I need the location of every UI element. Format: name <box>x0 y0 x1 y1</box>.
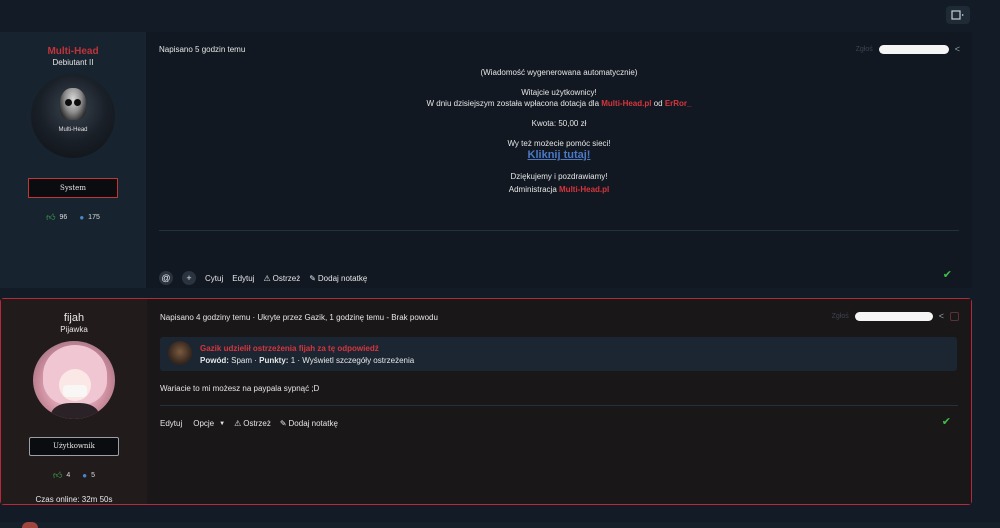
thumbs-up-icon: 👍︎ <box>46 212 56 222</box>
message-line: Kwota: 50,00 zł <box>531 119 587 128</box>
online-time: Czas online: 32m 50s <box>35 495 113 504</box>
checkmark-icon: ✔ <box>942 269 952 281</box>
author-stats: 👍︎ 4 ● 5 <box>53 470 95 481</box>
post-meta-right: Zgłoś < <box>832 311 959 321</box>
message-body: (Wiadomość wygenerowana automatycznie) W… <box>146 67 972 204</box>
message-line: Wy też możecie pomóc sieci! <box>507 139 611 148</box>
warning-notice: Gazik udzielił ostrzeżenia fijah za tę o… <box>160 337 957 371</box>
share-icon[interactable]: < <box>939 311 944 321</box>
message-line: Witajcie użytkownicy! <box>521 88 597 97</box>
top-bar <box>0 0 1000 30</box>
note-label: Dodaj notatkę <box>317 273 368 283</box>
warning-title[interactable]: Gazik udzielił ostrzeżenia fijah za tę o… <box>200 344 379 353</box>
message-text: od <box>651 99 665 108</box>
message-line: (Wiadomość wygenerowana automatycznie) <box>480 68 638 77</box>
post-actions: Edytuj Opcje ▼ ⚠ Ostrzeż ✎ Dodaj notatkę <box>160 419 338 428</box>
likes-count: 4 <box>66 472 71 479</box>
warn-label: Ostrzeż <box>272 273 301 283</box>
message-line: Administracja Multi-Head.pl <box>146 184 972 195</box>
warn-button[interactable]: ⚠ Ostrzeż <box>263 274 300 283</box>
avatar-mask <box>63 385 87 397</box>
post-hidden-reply: fijah Pijawka Użytkownik 👍︎ 4 ● 5 Czas o… <box>0 298 972 505</box>
avatar[interactable] <box>33 341 115 419</box>
messages-count: 175 <box>88 214 100 221</box>
share-icon[interactable]: < <box>955 44 960 54</box>
avatar-caption: Multi-Head <box>58 127 88 133</box>
caret-down-icon: ▼ <box>219 420 226 427</box>
author-title: Debiutant II <box>52 58 94 67</box>
panel-toggle-icon <box>951 10 964 20</box>
reason-value: Spam · <box>228 356 260 365</box>
redacted-area <box>854 311 933 321</box>
next-post-preview <box>0 522 1000 528</box>
likes-count: 96 <box>59 214 68 221</box>
message-line: Dziękujemy i pozdrawiamy! <box>510 172 608 181</box>
author-name[interactable]: Multi-Head <box>47 46 98 57</box>
chat-bubble-icon: ● <box>79 213 85 222</box>
edit-button[interactable]: Edytuj <box>160 419 182 428</box>
warning-icon: ⚠ <box>263 273 271 283</box>
thumbs-up-icon: 👍︎ <box>52 470 63 480</box>
reply-text: Wariacie to mi możesz na paypala sypnąć … <box>160 384 320 393</box>
message-text: W dniu dzisiejszym została wpłacona dota… <box>426 99 602 108</box>
messages-count: 5 <box>91 472 96 479</box>
author-title: Pijawka <box>60 325 88 334</box>
site-link[interactable]: Multi-Head.pl <box>601 99 651 108</box>
post-author-panel: fijah Pijawka Użytkownik 👍︎ 4 ● 5 Czas o… <box>1 299 147 504</box>
points-label: Punkty: <box>259 356 289 365</box>
post-author-panel: Multi-Head Debiutant II Multi-Head Syste… <box>0 32 146 288</box>
points-value[interactable]: 1 · Wyświetl szczegóły ostrzeżenia <box>288 356 415 365</box>
skull-logo-icon <box>60 88 86 120</box>
donor-link[interactable]: ErRor_ <box>665 99 692 108</box>
avatar[interactable]: Multi-Head <box>31 74 115 158</box>
at-icon: @ <box>161 273 171 283</box>
quote-button[interactable]: Cytuj <box>205 274 223 283</box>
moderator-avatar[interactable] <box>168 341 192 365</box>
add-note-button[interactable]: ✎ Dodaj notatkę <box>309 274 367 283</box>
redacted-area <box>878 44 949 54</box>
post-meta: Napisano 5 godzin temu <box>159 45 246 54</box>
divider <box>160 405 958 406</box>
post-donation: Multi-Head Debiutant II Multi-Head Syste… <box>0 32 972 288</box>
add-note-button[interactable]: ✎ Dodaj notatkę <box>280 419 338 428</box>
rank-badge: System <box>28 178 118 198</box>
warning-icon: ⚠ <box>234 419 242 428</box>
message-text: Administracja <box>508 185 560 194</box>
report-link[interactable]: Zgłoś <box>856 46 873 53</box>
post-actions: @ + Cytuj Edytuj ⚠ Ostrzeż ✎ Dodaj notatkę <box>159 271 367 285</box>
author-stats: 👍︎ 96 ● 175 <box>46 212 100 223</box>
site-link[interactable]: Multi-Head.pl <box>559 185 609 194</box>
post-content: Napisano 4 godziny temu · Ukryte przez G… <box>147 299 971 504</box>
report-link[interactable]: Zgłoś <box>832 313 849 320</box>
checkmark-icon: ✔ <box>941 416 951 428</box>
post-meta: Napisano 4 godziny temu · Ukryte przez G… <box>160 313 438 322</box>
chat-bubble-icon: ● <box>82 471 88 480</box>
options-label: Opcje <box>193 419 215 428</box>
note-edit-icon: ✎ <box>309 273 316 283</box>
divider <box>159 230 959 231</box>
mention-button[interactable]: @ <box>159 271 173 285</box>
message-line: W dniu dzisiejszym została wpłacona dota… <box>146 98 972 109</box>
warn-button[interactable]: ⚠ Ostrzeż <box>234 419 271 428</box>
post-content: Napisano 5 godzin temu Zgłoś < (Wiadomoś… <box>146 32 972 288</box>
plus-icon: + <box>186 273 192 283</box>
warning-details: Powód: Spam · Punkty: 1 · Wyświetl szcze… <box>200 356 414 365</box>
options-dropdown[interactable]: Opcje ▼ <box>193 419 225 428</box>
avatar-dress <box>51 403 99 419</box>
note-label: Dodaj notatkę <box>288 419 338 428</box>
next-post-avatar <box>22 522 38 528</box>
donate-link[interactable]: Kliknij tutaj! <box>528 149 591 161</box>
reason-label: Powód: <box>200 356 229 365</box>
author-name[interactable]: fijah <box>64 312 84 324</box>
note-edit-icon: ✎ <box>279 419 287 428</box>
warn-label: Ostrzeż <box>243 419 271 428</box>
edit-button[interactable]: Edytuj <box>232 274 254 283</box>
post-meta-right: Zgłoś < <box>856 44 960 54</box>
select-checkbox[interactable] <box>950 311 959 321</box>
rank-badge: Użytkownik <box>29 436 119 456</box>
add-button[interactable]: + <box>182 271 196 285</box>
panel-toggle-button[interactable] <box>946 6 970 24</box>
